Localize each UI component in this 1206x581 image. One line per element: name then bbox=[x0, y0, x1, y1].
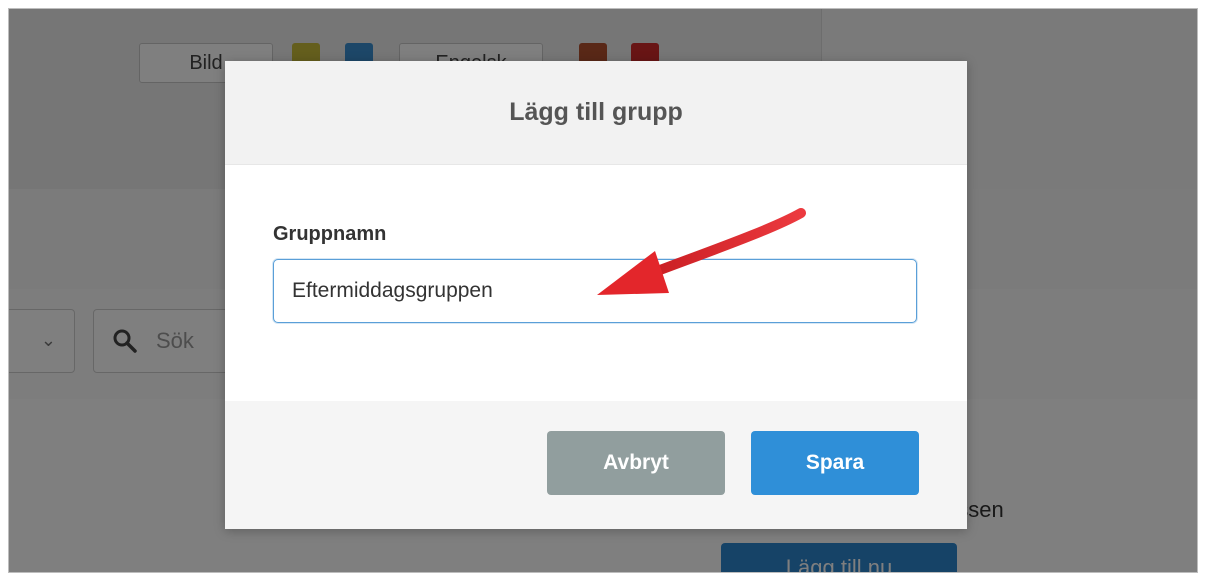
dialog-header: Lägg till grupp bbox=[225, 61, 967, 165]
save-button[interactable]: Spara bbox=[751, 431, 919, 495]
screenshot-frame: Bild Engelsk ⌄ Sök assen Lägg till nu Lä… bbox=[8, 8, 1198, 573]
dialog-footer: Avbryt Spara bbox=[225, 401, 967, 529]
group-name-label: Gruppnamn bbox=[273, 223, 387, 245]
cancel-button[interactable]: Avbryt bbox=[547, 431, 725, 495]
annotation-arrow-icon bbox=[597, 208, 806, 295]
dialog-title: Lägg till grupp bbox=[509, 98, 683, 126]
